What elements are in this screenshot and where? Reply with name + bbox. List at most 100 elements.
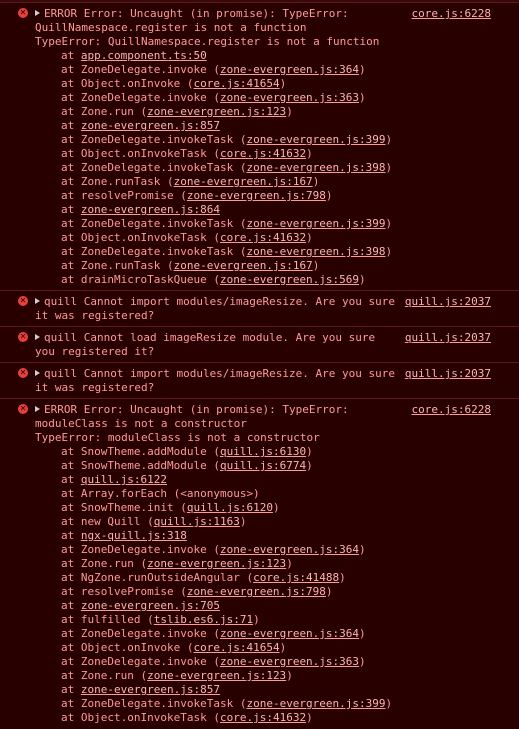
error-message-line: it was registered?	[35, 309, 511, 323]
stack-frame-at: at	[61, 273, 81, 286]
stack-frame-link[interactable]: core.js:41632	[220, 231, 306, 244]
stack-frame-at: at	[61, 711, 81, 724]
stack-frame-link[interactable]: zone-evergreen.js:864	[81, 203, 220, 216]
stack-frame-link[interactable]: ngx-quill.js:318	[81, 529, 187, 542]
stack-frame: at Object.onInvokeTask (core.js:41632)	[35, 147, 511, 161]
stack-frame-function: ZoneDelegate.invokeTask	[80, 161, 234, 174]
source-link[interactable]: core.js:6228	[412, 403, 491, 417]
stack-frame-link[interactable]: zone-evergreen.js:123	[147, 105, 286, 118]
stack-frame-link[interactable]: quill.js:6122	[81, 473, 167, 486]
paren-close: )	[359, 273, 366, 286]
stack-frame-link[interactable]: zone-evergreen.js:705	[81, 599, 220, 612]
paren-open: (	[173, 189, 187, 202]
error-circle-icon: ✕	[18, 296, 28, 306]
stack-frame: at ngx-quill.js:318	[35, 529, 511, 543]
stack-frame: at Array.forEach (<anonymous>)	[35, 487, 511, 501]
paren-close: )	[286, 669, 293, 682]
stack-frame-function: SnowTheme.init	[80, 501, 174, 514]
stack-frame-link[interactable]: zone-evergreen.js:364	[220, 543, 359, 556]
stack-frame: at ZoneDelegate.invokeTask (zone-evergre…	[35, 217, 511, 231]
stack-frame-link[interactable]: zone-evergreen.js:399	[246, 217, 385, 230]
stack-frame-at: at	[61, 77, 81, 90]
paren-open: (	[233, 133, 247, 146]
paren-open: (	[233, 217, 247, 230]
stack-frame: at ZoneDelegate.invoke (zone-evergreen.j…	[35, 627, 511, 641]
expand-triangle-icon[interactable]	[35, 298, 40, 304]
paren-open: (	[173, 585, 187, 598]
stack-frame-link[interactable]: core.js:41632	[220, 147, 306, 160]
paren-close: )	[385, 245, 393, 258]
stack-frame-link[interactable]: core.js:41632	[220, 711, 306, 724]
stack-frame-link[interactable]: tslib.es6.js:71	[154, 613, 253, 626]
error-message-line: moduleClass is not a constructor	[35, 417, 511, 431]
stack-frame-link[interactable]: zone-evergreen.js:398	[246, 245, 385, 258]
stack-frame-link[interactable]: quill.js:1163	[154, 515, 240, 528]
stack-frame: at fulfilled (tslib.es6.js:71)	[35, 613, 511, 627]
stack-frame-link[interactable]: zone-evergreen.js:798	[187, 585, 326, 598]
paren-close: )	[239, 515, 247, 528]
stack-frame-function: resolvePromise	[80, 585, 174, 598]
stack-frame: at Zone.runTask (zone-evergreen.js:167)	[35, 259, 511, 273]
expand-triangle-icon[interactable]	[35, 10, 40, 16]
paren-open: (	[160, 259, 174, 272]
stack-frame-link[interactable]: zone-evergreen.js:364	[220, 627, 359, 640]
stack-frame-link[interactable]: zone-evergreen.js:857	[81, 683, 220, 696]
paren-open: (	[233, 161, 247, 174]
stack-frame-link[interactable]: zone-evergreen.js:363	[220, 91, 359, 104]
source-link[interactable]: core.js:6228	[412, 7, 491, 21]
stack-frame-link[interactable]: core.js:41654	[193, 641, 279, 654]
stack-frame-function: Zone.run	[80, 669, 134, 682]
stack-frame-link[interactable]: zone-evergreen.js:398	[246, 161, 385, 174]
stack-frame-link[interactable]: zone-evergreen.js:363	[220, 655, 359, 668]
expand-triangle-icon[interactable]	[35, 334, 40, 340]
stack-frame-function: Zone.run	[80, 557, 134, 570]
stack-frame-link[interactable]: quill.js:6774	[220, 459, 306, 472]
stack-frame-link[interactable]: app.component.ts:50	[81, 49, 207, 62]
stack-frame-link[interactable]: quill.js:6120	[187, 501, 273, 514]
stack-frame-link[interactable]: zone-evergreen.js:399	[246, 133, 385, 146]
stack-frame-link[interactable]: zone-evergreen.js:569	[220, 273, 359, 286]
stack-frame-link[interactable]: zone-evergreen.js:364	[220, 63, 359, 76]
paren-close: )	[306, 459, 313, 472]
paren-open: (	[206, 711, 220, 724]
stack-frame: at Zone.run (zone-evergreen.js:123)	[35, 105, 511, 119]
paren-close: )	[359, 91, 366, 104]
source-link[interactable]: quill.js:2037	[405, 367, 491, 381]
error-text: quill Cannot load imageResize module. Ar…	[44, 331, 376, 344]
paren-open: (	[180, 641, 194, 654]
stack-frame-link[interactable]: core.js:41654	[193, 77, 279, 90]
stack-frame: at resolvePromise (zone-evergreen.js:798…	[35, 585, 511, 599]
expand-triangle-icon[interactable]	[35, 370, 40, 376]
stack-frame: at SnowTheme.addModule (quill.js:6774)	[35, 459, 511, 473]
stack-frame: at NgZone.runOutsideAngular (core.js:414…	[35, 571, 511, 585]
stack-frame-link[interactable]: quill.js:6130	[220, 445, 306, 458]
stack-frame: at zone-evergreen.js:864	[35, 203, 511, 217]
expand-triangle-icon[interactable]	[35, 406, 40, 412]
error-circle-icon: ✕	[18, 368, 28, 378]
stack-frame-link[interactable]: zone-evergreen.js:167	[174, 259, 313, 272]
stack-frame-link[interactable]: core.js:41488	[253, 571, 339, 584]
error-text: it was registered?	[35, 381, 155, 394]
stack-frame-function: SnowTheme.addModule	[80, 445, 207, 458]
stack-frame-link[interactable]: zone-evergreen.js:123	[147, 557, 286, 570]
console-error-message: ✕ quill.js:2037 quill Cannot load imageRes…	[0, 326, 519, 362]
stack-frame: at Zone.run (zone-evergreen.js:123)	[35, 557, 511, 571]
stack-frame-link[interactable]: zone-evergreen.js:123	[147, 669, 286, 682]
stack-frame: at ZoneDelegate.invokeTask (zone-evergre…	[35, 245, 511, 259]
stack-frame-function: Object.onInvoke	[80, 77, 181, 90]
stack-frame-at: at	[61, 245, 81, 258]
stack-frame-link[interactable]: zone-evergreen.js:399	[246, 697, 385, 710]
stack-frame-link[interactable]: zone-evergreen.js:798	[187, 189, 326, 202]
source-link[interactable]: quill.js:2037	[405, 331, 491, 345]
paren-close: )	[286, 557, 293, 570]
paren-close: )	[385, 161, 393, 174]
paren-close: )	[325, 585, 333, 598]
stack-frame-at: at	[61, 599, 81, 612]
paren-open: (	[233, 245, 247, 258]
source-link[interactable]: quill.js:2037	[405, 295, 491, 309]
stack-frame-link[interactable]: zone-evergreen.js:857	[81, 119, 220, 132]
paren-open: (	[206, 459, 220, 472]
stack-frame-link[interactable]: zone-evergreen.js:167	[174, 175, 313, 188]
stack-frame-function: ZoneDelegate.invokeTask	[80, 133, 234, 146]
stack-frame-at: at	[61, 217, 81, 230]
